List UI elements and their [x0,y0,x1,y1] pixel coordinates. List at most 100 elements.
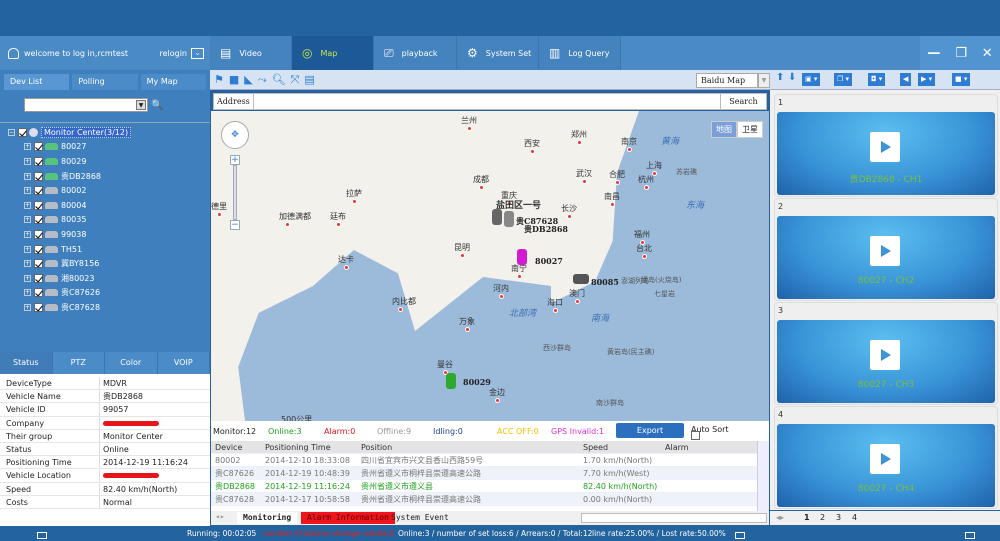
window-button[interactable]: ❐ ▾ [834,73,853,86]
tree-checkbox[interactable] [34,156,43,166]
area-icon[interactable]: ◣ [244,73,252,87]
vehicle-marker[interactable] [492,209,502,225]
video-screen[interactable]: 80027 - CH3 [777,320,995,403]
tree-checkbox[interactable] [34,200,43,210]
fullscreen-icon[interactable]: ⤧ [291,73,300,87]
tree-checkbox[interactable] [34,273,43,283]
tree-checkbox[interactable] [34,302,43,312]
tree-checkbox[interactable] [34,288,43,298]
expand-icon[interactable]: + [24,289,31,297]
table-scrollbar[interactable] [757,441,769,511]
video-cell[interactable]: 4 80027 - CH4 [774,406,998,509]
vehicle-marker[interactable] [517,249,527,265]
tree-device[interactable]: + 湘80023 [0,271,210,286]
expand-icon[interactable]: + [24,143,31,151]
tree-device[interactable]: + 贵DB2868 [0,169,210,184]
tree-checkbox[interactable] [34,142,43,152]
tab-map[interactable]: ◎ Map [292,36,374,70]
page-scroll-arrows[interactable]: ◂▸ [776,513,784,522]
table-row[interactable]: 贵C87628 2014-12-17 10:58:58 贵州省遵义市桐梓县崇遵高速公… [211,493,769,506]
video-screen[interactable]: 贵DB2868 - CH1 [777,112,995,195]
expand-icon[interactable]: + [24,260,31,268]
vehicle-marker[interactable] [446,373,456,389]
audio-button[interactable]: ◀ [900,73,912,86]
address-input[interactable] [256,95,716,108]
expand-icon[interactable]: + [24,172,31,180]
tree-checkbox[interactable] [34,259,43,269]
tree-device[interactable]: +80035 [0,213,210,228]
video-cell[interactable]: 2 80027 - CH2 [774,198,998,301]
expand-icon[interactable]: + [24,245,31,253]
stop-button[interactable]: ■ ▾ [952,73,971,86]
expand-icon[interactable]: + [24,274,31,282]
close-button[interactable]: ✕ [982,46,993,61]
video-cell[interactable]: 1 贵DB2868 - CH1 [774,94,998,197]
expand-icon[interactable]: + [24,157,31,165]
zoom-out-button[interactable]: − [230,220,240,230]
auto-sort-checkbox[interactable] [691,431,700,440]
snapshot-button[interactable]: ◘ ▾ [868,73,886,86]
page-tab[interactable]: 3 [836,513,841,522]
chevron-down-icon[interactable]: ▼ [758,73,770,88]
page-tab[interactable]: 1 [804,513,810,522]
table-row[interactable]: 贵DB2868 2014-12-19 11:16:24 贵州省遵义市遵义县 82.40… [211,480,769,493]
restore-button[interactable]: ❐ [955,46,967,61]
video-screen[interactable]: 80027 - CH4 [777,424,995,507]
tab-system-set[interactable]: ⚙ System Set [457,36,539,70]
tree-checkbox[interactable] [34,244,43,254]
tab-voip[interactable]: VOIP [158,352,210,374]
tree-device[interactable]: +80027 [0,140,210,155]
tab-status[interactable]: Status [0,352,53,374]
table-row[interactable]: 贵C87626 2014-12-19 10:48:39 贵州省遵义市桐梓县崇遵高速公… [211,467,769,480]
horizontal-scrollbar[interactable] [581,513,767,523]
table-row[interactable]: 80002 2014-12-10 18:33:08 四川省宜宾市兴文县香山西路59号… [211,454,769,467]
tab-video[interactable]: ▤ Video [210,36,292,70]
pan-control[interactable]: ✥ [221,121,249,149]
page-tab[interactable]: 2 [820,513,825,522]
tab-my-map[interactable]: My Map [140,74,206,90]
zoom-control[interactable]: + − [230,155,240,235]
tree-device[interactable]: + 冀BY8156 [0,256,210,271]
col-speed[interactable]: Speed [579,441,661,453]
square-icon[interactable]: ■ [229,73,239,87]
map-type-satellite[interactable]: 卫星 [737,121,763,138]
flag-icon[interactable]: ⚑ [214,73,224,87]
tree-device[interactable]: + 贵C87626 [0,286,210,301]
tree-checkbox[interactable] [18,127,27,137]
col-position[interactable]: Position [357,441,579,453]
tab-color[interactable]: Color [105,352,158,374]
col-alarm[interactable]: Alarm [661,441,751,453]
video-screen[interactable]: 80027 - CH2 [777,216,995,299]
arrow-up-icon[interactable]: ⬆ [776,72,784,83]
zoom-slider[interactable] [233,165,237,220]
tree-device[interactable]: +99038 [0,227,210,242]
tree-device[interactable]: +80002 [0,183,210,198]
dropdown-arrow-icon[interactable]: ▼ [136,100,146,110]
route-icon[interactable]: ⤳ [258,73,267,87]
device-search-input[interactable]: ▼ [24,98,148,112]
minimize-button[interactable]: — [927,46,940,61]
tab-playback[interactable]: ⎚ playback [374,36,457,70]
collapse-icon[interactable]: − [8,128,15,136]
auto-sort-toggle[interactable]: Auto Sort [691,425,729,440]
zoom-in-button[interactable]: + [230,155,240,165]
expand-icon[interactable]: + [24,187,31,195]
tab-dev-list[interactable]: Dev List [4,74,70,90]
page-tab[interactable]: 4 [852,513,857,522]
tab-system-event[interactable]: System Event [385,512,455,524]
tree-device[interactable]: +80004 [0,198,210,213]
video-cell[interactable]: 3 80027 - CH3 [774,302,998,405]
tab-alarm-information[interactable]: Alarm Information [301,512,395,524]
play-button[interactable]: ▶ ▾ [918,73,936,86]
expand-icon[interactable]: + [24,230,31,238]
tree-root[interactable]: − Monitor Center(3/12) [0,125,210,140]
tab-scroll-arrows[interactable]: ◂▸ [215,512,225,521]
vehicle-marker[interactable] [504,211,514,227]
map-type-map[interactable]: 地图 [711,121,737,138]
tab-polling[interactable]: Polling [72,74,138,90]
tab-log-query[interactable]: ▥ Log Query [539,36,621,70]
tree-checkbox[interactable] [34,215,43,225]
tree-device[interactable]: + 贵C87628 [0,300,210,315]
tab-monitoring[interactable]: Monitoring [237,512,298,524]
layout-button[interactable]: ▣ ▾ [802,73,821,86]
